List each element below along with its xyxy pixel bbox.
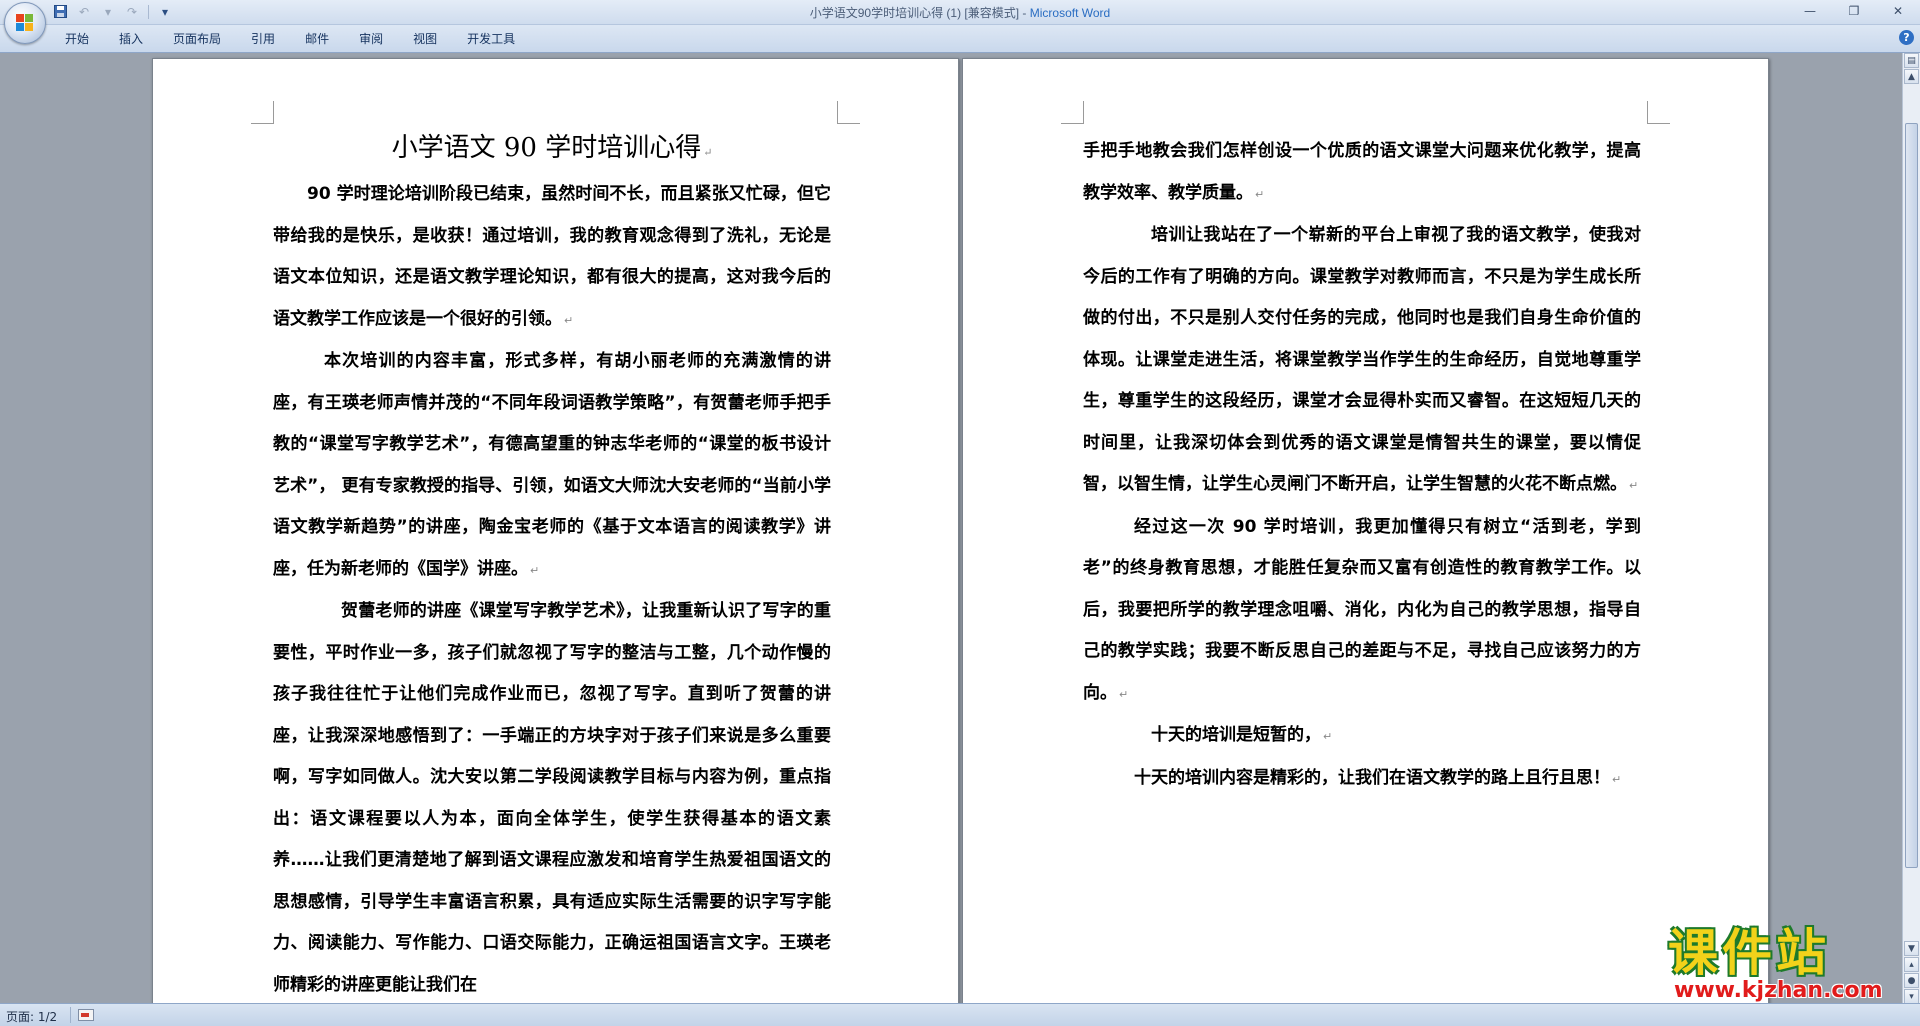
margin-corner-marker — [1647, 101, 1670, 124]
next-page-icon[interactable]: ▾ — [1904, 989, 1919, 1004]
document-name: 小学语文90学时培训心得 (1) [兼容模式] - — [809, 6, 1030, 20]
paragraph: 贺蕾老师的讲座《课堂写字教学艺术》，让我重新认识了写字的重要性，平时作业一多，孩… — [273, 601, 831, 995]
ribbon-tab-bar: 开始 插入 页面布局 引用 邮件 审阅 视图 开发工具 ? — [0, 25, 1920, 53]
document-title: 小学语文 90 学时培训心得 ↵ — [391, 133, 713, 163]
document-area[interactable]: 小学语文 90 学时培训心得 ↵ 90 学时理论培训阶段已结束，虽然时间不长，而且… — [0, 53, 1903, 1003]
tab-view[interactable]: 视图 — [398, 30, 452, 50]
ribbon-tabs: 开始 插入 页面布局 引用 邮件 审阅 视图 开发工具 — [50, 30, 530, 50]
paragraph: 90 学时理论培训阶段已结束，虽然时间不长，而且紧张又忙碌，但它带给我的是快乐，… — [273, 184, 831, 329]
previous-page-icon[interactable]: ▴ — [1904, 957, 1919, 972]
scroll-up-icon[interactable]: ▲ — [1904, 69, 1919, 84]
title-bar: ↶ ▾ ↷ ▾ 小学语文90学时培训心得 (1) [兼容模式] - Micros… — [0, 0, 1920, 44]
status-bar: 页面: 1/2 — [0, 1003, 1920, 1026]
tab-developer[interactable]: 开发工具 — [452, 30, 530, 50]
watermark-brand: 课件站 — [1668, 924, 1830, 982]
paragraph: 十天的培训是短暂的， ↵ — [1151, 725, 1333, 745]
browse-object-icon[interactable]: ● — [1904, 973, 1919, 988]
scroll-down-icon[interactable]: ▼ — [1904, 941, 1919, 956]
paragraph: 培训让我站在了一个崭新的平台上审视了我的语文教学，使我对今后的工作有了明确的方向… — [1083, 225, 1641, 494]
office-button[interactable] — [4, 2, 46, 44]
tab-review[interactable]: 审阅 — [344, 30, 398, 50]
help-icon[interactable]: ? — [1899, 30, 1914, 45]
paragraph: 经过这一次 90 学时培训，我更加懂得只有树立“活到老，学到老”的终身教育思想，… — [1083, 516, 1641, 703]
watermark-url: www.kjzhan.com — [1674, 978, 1883, 1003]
tab-mailings[interactable]: 邮件 — [290, 30, 344, 50]
window-title: 小学语文90学时培训心得 (1) [兼容模式] - Microsoft Word — [0, 4, 1920, 21]
paragraph: 手把手地教会我们怎样创设一个优质的语文课堂大问题来优化教学，提高教学效率、教学质… — [1083, 141, 1641, 203]
tab-references[interactable]: 引用 — [236, 30, 290, 50]
vertical-scrollbar[interactable]: ▤ ▲ ▼ ▴ ● ▾ — [1902, 53, 1920, 1004]
window-controls: — ❐ ✕ — [1788, 0, 1920, 22]
page-2[interactable]: 手把手地教会我们怎样创设一个优质的语文课堂大问题来优化教学，提高教学效率、教学质… — [962, 58, 1769, 1003]
page-1-text[interactable]: 小学语文 90 学时培训心得 ↵ 90 学时理论培训阶段已结束，虽然时间不长，而且… — [273, 127, 831, 1003]
ruler-toggle-icon[interactable]: ▤ — [1904, 53, 1919, 68]
paragraph: 十天的培训内容是精彩的，让我们在语文教学的路上且行且思！ ↵ — [1134, 767, 1622, 788]
page-1[interactable]: 小学语文 90 学时培训心得 ↵ 90 学时理论培训阶段已结束，虽然时间不长，而且… — [152, 58, 959, 1003]
scroll-thumb[interactable] — [1905, 123, 1918, 868]
status-separator — [70, 1007, 71, 1023]
tab-page-layout[interactable]: 页面布局 — [158, 30, 236, 50]
close-icon[interactable]: ✕ — [1876, 0, 1920, 22]
margin-corner-marker — [1061, 101, 1084, 124]
page-2-text[interactable]: 手把手地教会我们怎样创设一个优质的语文课堂大问题来优化教学，提高教学效率、教学质… — [1083, 131, 1641, 800]
tab-insert[interactable]: 插入 — [104, 30, 158, 50]
page-count[interactable]: 页面: 1/2 — [6, 1008, 57, 1025]
margin-corner-marker — [251, 101, 274, 124]
restore-icon[interactable]: ❐ — [1832, 0, 1876, 22]
tab-home[interactable]: 开始 — [50, 30, 104, 50]
office-logo-icon — [16, 14, 34, 32]
margin-corner-marker — [837, 101, 860, 124]
minimize-icon[interactable]: — — [1788, 0, 1832, 22]
app-name: Microsoft Word — [1029, 6, 1111, 20]
paragraph: 本次培训的内容丰富，形式多样，有胡小丽老师的充满激情的讲座，有王瑛老师声情并茂的… — [273, 351, 831, 579]
watermark-logo: 课件站 www.kjzhan.com — [1668, 924, 1903, 1004]
language-icon[interactable] — [78, 1009, 94, 1021]
